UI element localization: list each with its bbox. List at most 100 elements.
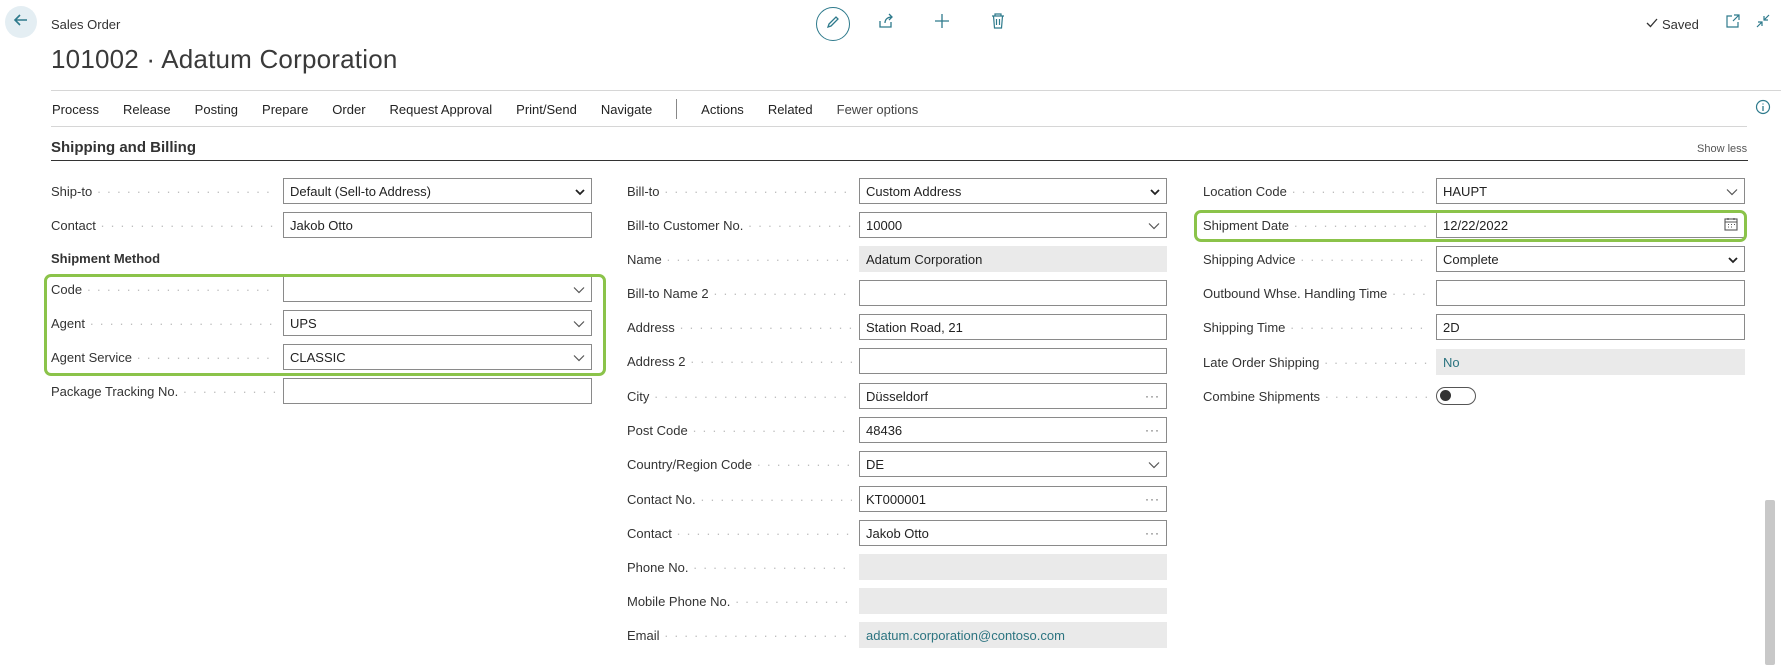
action-fewer-options[interactable]: Fewer options <box>837 102 919 117</box>
chevron-down-icon <box>1726 184 1738 199</box>
breadcrumb: Sales Order <box>51 17 121 32</box>
info-button[interactable] <box>1755 99 1771 120</box>
email-link[interactable]: adatum.corporation@contoso.com <box>866 628 1065 643</box>
chevron-down-icon <box>1728 252 1738 267</box>
location-code-label: Location Code <box>1203 183 1428 201</box>
action-print-send[interactable]: Print/Send <box>516 102 577 117</box>
action-process[interactable]: Process <box>52 102 99 117</box>
address-2-field[interactable] <box>859 348 1167 374</box>
bill-to-contact-label: Contact <box>627 525 852 543</box>
bill-to-contact-field[interactable]: Jakob Otto ··· <box>859 520 1167 546</box>
package-tracking-label: Package Tracking No. <box>51 383 276 401</box>
bill-to-label: Bill-to <box>627 183 852 201</box>
country-region-code-label: Country/Region Code <box>627 456 852 474</box>
saved-label: Saved <box>1662 17 1699 32</box>
phone-no-field <box>859 554 1167 580</box>
shipment-method-header: Shipment Method <box>51 251 161 266</box>
page-title: 101002 · Adatum Corporation <box>51 44 398 74</box>
scrollbar-thumb[interactable] <box>1765 500 1775 665</box>
bill-to-name-2-label: Bill-to Name 2 <box>627 285 852 303</box>
outbound-whse-handling-time-label: Outbound Whse. Handling Time <box>1203 285 1428 303</box>
address-field[interactable]: Station Road, 21 <box>859 314 1167 340</box>
action-bar-divider-line <box>51 126 1747 127</box>
open-new-window-button[interactable] <box>1721 11 1745 35</box>
phone-no-label: Phone No. <box>627 559 852 577</box>
new-button[interactable] <box>930 11 954 35</box>
chevron-down-icon <box>1150 184 1160 199</box>
name-label: Name <box>627 251 852 269</box>
ship-to-label: Ship-to <box>51 183 276 201</box>
show-less-link[interactable]: Show less <box>1697 143 1747 155</box>
arrow-left-icon <box>12 11 30 34</box>
more-icon[interactable]: ··· <box>1145 389 1160 403</box>
share-icon <box>878 13 894 34</box>
action-release[interactable]: Release <box>123 102 171 117</box>
collapse-icon <box>1756 14 1770 33</box>
combine-shipments-toggle[interactable] <box>1436 387 1476 405</box>
location-code-select[interactable]: HAUPT <box>1436 178 1745 204</box>
section-title[interactable]: Shipping and Billing <box>51 139 196 156</box>
name-field: Adatum Corporation <box>859 246 1167 272</box>
post-code-label: Post Code <box>627 422 852 440</box>
mobile-phone-no-label: Mobile Phone No. <box>627 593 852 611</box>
action-prepare[interactable]: Prepare <box>262 102 308 117</box>
post-code-field[interactable]: 48436 ··· <box>859 417 1167 443</box>
late-order-shipping-label: Late Order Shipping <box>1203 354 1428 372</box>
address-label: Address <box>627 319 852 337</box>
section-divider <box>51 160 1748 161</box>
collapse-button[interactable] <box>1751 11 1775 35</box>
open-in-new-icon <box>1726 13 1740 33</box>
share-button[interactable] <box>874 11 898 35</box>
action-actions[interactable]: Actions <box>701 102 744 117</box>
action-request-approval[interactable]: Request Approval <box>390 102 493 117</box>
pencil-icon <box>825 14 841 35</box>
header-divider <box>51 90 1781 91</box>
city-field[interactable]: Düsseldorf ··· <box>859 383 1167 409</box>
chevron-down-icon <box>1148 218 1160 233</box>
package-tracking-field[interactable] <box>283 378 592 404</box>
action-related[interactable]: Related <box>768 102 813 117</box>
more-icon[interactable]: ··· <box>1145 423 1160 437</box>
action-navigate[interactable]: Navigate <box>601 102 652 117</box>
highlight-shipment-date <box>1194 210 1747 242</box>
address-2-label: Address 2 <box>627 353 852 371</box>
shipping-advice-label: Shipping Advice <box>1203 251 1428 269</box>
chevron-down-icon <box>575 184 585 199</box>
bill-to-name-2-field[interactable] <box>859 280 1167 306</box>
late-order-shipping-field: No <box>1436 349 1745 375</box>
shipping-time-field[interactable]: 2D <box>1436 314 1745 340</box>
saved-status: Saved <box>1646 17 1699 32</box>
action-order[interactable]: Order <box>332 102 365 117</box>
trash-icon <box>990 12 1006 34</box>
contact-no-label: Contact No. <box>627 491 852 509</box>
plus-icon <box>934 13 950 34</box>
email-label: Email <box>627 627 852 645</box>
more-icon[interactable]: ··· <box>1145 492 1160 506</box>
bill-to-select[interactable]: Custom Address <box>859 178 1167 204</box>
action-posting[interactable]: Posting <box>195 102 238 117</box>
info-icon <box>1755 99 1771 119</box>
delete-button[interactable] <box>986 11 1010 35</box>
city-label: City <box>627 388 852 406</box>
contact-label: Contact <box>51 217 276 235</box>
edit-button[interactable] <box>816 7 850 41</box>
action-bar-divider <box>676 99 678 119</box>
highlight-shipment-method <box>44 274 606 376</box>
back-button[interactable] <box>5 6 37 38</box>
shipping-advice-select[interactable]: Complete <box>1436 246 1745 272</box>
mobile-phone-no-field <box>859 588 1167 614</box>
shipping-time-label: Shipping Time <box>1203 319 1428 337</box>
contact-field[interactable]: Jakob Otto <box>283 212 592 238</box>
chevron-down-icon <box>1148 457 1160 472</box>
email-field[interactable]: adatum.corporation@contoso.com <box>859 622 1167 648</box>
ship-to-select[interactable]: Default (Sell-to Address) <box>283 178 592 204</box>
outbound-whse-handling-time-field[interactable] <box>1436 280 1745 306</box>
contact-no-field[interactable]: KT000001 ··· <box>859 486 1167 512</box>
country-region-code-select[interactable]: DE <box>859 451 1167 477</box>
bill-to-customer-no-label: Bill-to Customer No. <box>627 217 852 235</box>
combine-shipments-label: Combine Shipments <box>1203 388 1428 406</box>
checkmark-icon <box>1646 17 1658 32</box>
bill-to-customer-no-field[interactable]: 10000 <box>859 212 1167 238</box>
action-bar: Process Release Posting Prepare Order Re… <box>52 99 942 119</box>
more-icon[interactable]: ··· <box>1145 526 1160 540</box>
